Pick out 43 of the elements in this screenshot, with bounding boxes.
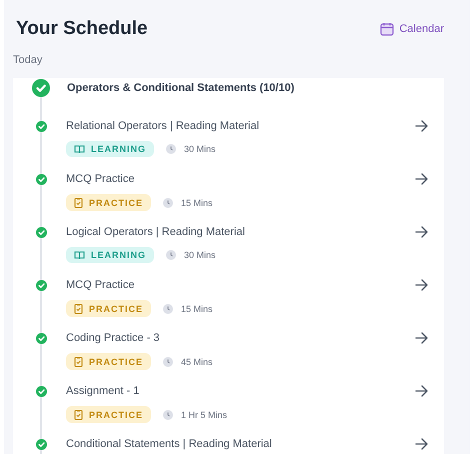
tag-label: PRACTICE [89, 410, 144, 420]
duration: 30 Mins [184, 250, 216, 260]
item-title[interactable]: MCQ Practice [66, 279, 415, 291]
clipboard-icon [74, 197, 83, 208]
arrow-icon[interactable] [415, 279, 428, 291]
clock-icon [163, 304, 174, 314]
clock-icon [163, 410, 174, 420]
item-title[interactable]: Assignment - 1 [66, 385, 415, 397]
clipboard-icon [74, 356, 83, 367]
day-label: Today [13, 53, 44, 66]
clock-icon [166, 250, 176, 260]
duration: 30 Mins [184, 144, 216, 154]
module-title: Operators & Conditional Statements (10/10) [67, 82, 294, 94]
arrow-icon[interactable] [415, 385, 428, 397]
item-title[interactable]: Conditional Statements | Reading Material [66, 438, 415, 450]
item-title[interactable]: Relational Operators | Reading Material [66, 120, 415, 132]
tag-label: LEARNING [91, 144, 146, 154]
arrow-icon[interactable] [415, 226, 428, 238]
tag-label: LEARNING [91, 250, 146, 260]
item-title[interactable]: Logical Operators | Reading Material [66, 226, 415, 238]
arrow-icon[interactable] [415, 438, 428, 450]
clock-icon [163, 198, 174, 208]
clock-icon [166, 144, 176, 154]
duration: 45 Mins [181, 356, 213, 366]
calendar-link[interactable]: Calendar [380, 22, 444, 36]
arrow-icon[interactable] [415, 173, 428, 185]
tag-label: PRACTICE [89, 198, 144, 208]
clipboard-icon [74, 409, 83, 420]
item-title[interactable]: Coding Practice - 3 [66, 332, 415, 344]
clock-icon [163, 356, 174, 366]
tag-label: PRACTICE [89, 356, 144, 366]
tag-label: PRACTICE [89, 304, 144, 314]
calendar-icon [380, 22, 394, 36]
page-title: Your Schedule [16, 18, 148, 40]
book-icon [74, 250, 85, 260]
duration: 15 Mins [181, 198, 213, 208]
clipboard-icon [74, 303, 83, 314]
duration: 1 Hr 5 Mins [181, 410, 228, 420]
arrow-icon[interactable] [415, 120, 428, 132]
arrow-icon[interactable] [415, 332, 428, 344]
book-icon [74, 144, 85, 154]
duration: 15 Mins [181, 304, 213, 314]
item-title[interactable]: MCQ Practice [66, 173, 415, 185]
